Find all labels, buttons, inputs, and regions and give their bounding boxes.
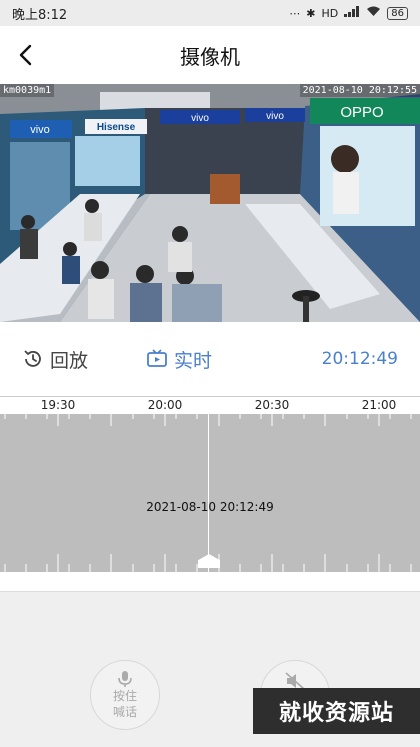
- playback-label: 回放: [50, 349, 89, 372]
- store-sign-vivo-center: vivo: [191, 113, 209, 124]
- current-time: 20:12:49: [321, 349, 398, 369]
- timeline-scrubber[interactable]: 19:30 20:00 20:30 21:00 2021-08-10 20:12…: [0, 396, 420, 592]
- live-label: 实时: [174, 349, 213, 372]
- camera-feed-image: vivo Hisense vivo vivo OPPO: [0, 84, 420, 322]
- status-bar: 晚上8:12 ⋯ ✱ HD 86: [0, 0, 420, 26]
- camera-id-overlay: km0039m1: [0, 84, 55, 97]
- timeline-datetime: 2021-08-10 20:12:49: [146, 500, 274, 514]
- playback-button[interactable]: 回放: [22, 346, 88, 373]
- signal-icon: [344, 6, 360, 20]
- bluetooth-icon: ✱: [306, 6, 316, 20]
- wifi-icon: [366, 6, 381, 20]
- talk-label-line2: 喊话: [112, 705, 137, 719]
- timeline-cursor: [208, 414, 209, 572]
- timeline-track[interactable]: [0, 414, 420, 572]
- store-sign-oppo: OPPO: [340, 104, 383, 121]
- live-video-view[interactable]: vivo Hisense vivo vivo OPPO km0039m1 202…: [0, 84, 420, 322]
- timestamp-overlay: 2021-08-10 20:12:55: [299, 84, 420, 97]
- timeline-ticks: [4, 414, 412, 572]
- history-icon: [24, 350, 41, 367]
- app-header: 摄像机: [0, 26, 420, 84]
- tick-label: 20:30: [254, 398, 290, 412]
- microphone-icon: [118, 671, 132, 687]
- live-tv-icon: [147, 349, 167, 367]
- push-to-talk-button[interactable]: 按住 喊话: [90, 660, 160, 730]
- store-sign-vivo-right: vivo: [266, 111, 284, 122]
- network-label: HD: [321, 6, 339, 20]
- store-sign-hisense: Hisense: [97, 122, 136, 133]
- tick-label: 20:00: [147, 398, 183, 412]
- timeline-scale-top: 19:30 20:00 20:30 21:00: [0, 396, 420, 414]
- watermark-label: 就收资源站: [253, 688, 420, 734]
- store-sign-vivo-left: vivo: [30, 124, 50, 136]
- status-time: 晚上8:12: [12, 7, 68, 23]
- back-button[interactable]: [10, 40, 40, 70]
- status-icons: ⋯ ✱ HD 86: [289, 6, 408, 20]
- battery-indicator: 86: [387, 6, 408, 20]
- chevron-left-icon: [19, 44, 32, 66]
- live-button[interactable]: 实时: [146, 346, 212, 373]
- page-title: 摄像机: [180, 44, 240, 69]
- tick-label: 21:00: [361, 398, 397, 412]
- playback-controls: 回放 实时 20:12:49: [0, 322, 420, 396]
- timeline-scale-bottom: [0, 572, 420, 592]
- talk-label-line1: 按住: [112, 689, 137, 703]
- alarm-icon: ⋯: [289, 6, 301, 20]
- tick-label: 19:30: [40, 398, 76, 412]
